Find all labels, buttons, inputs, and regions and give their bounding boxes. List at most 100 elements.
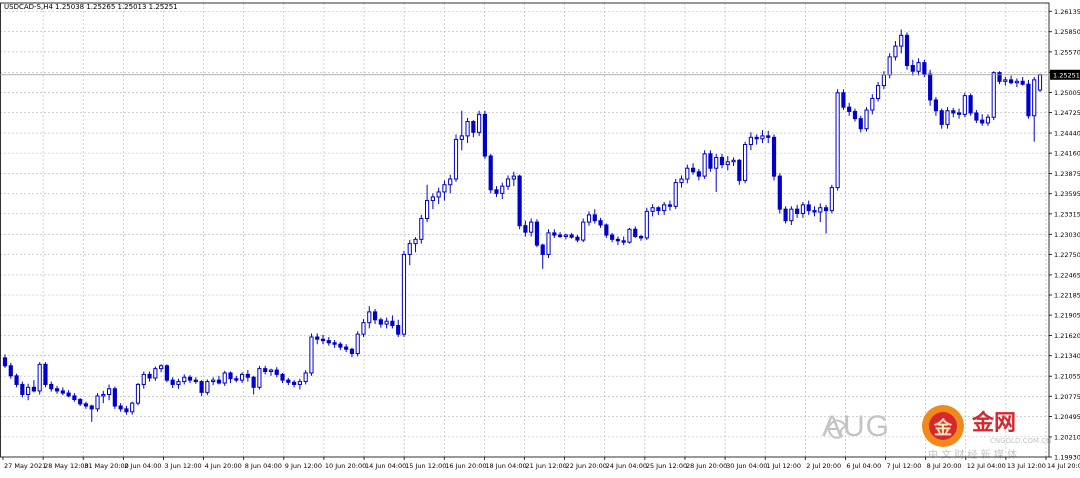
- watermark-site-domain: CNGOLD.COM.CN: [990, 437, 1051, 445]
- candle: [627, 227, 632, 244]
- watermark-tagline: 中 文 财 经 新 媒 体: [928, 448, 1017, 461]
- candle-body-bear: [372, 311, 378, 321]
- candle-body-bear: [482, 113, 488, 157]
- candle: [517, 174, 522, 230]
- time-tick-label: 25 Jun 12:00: [646, 462, 687, 470]
- time-tick-label: 3 Jun 12:00: [164, 462, 201, 470]
- candle-body-bull: [448, 178, 453, 186]
- candle: [864, 107, 869, 132]
- candle-body-bear: [43, 363, 48, 385]
- candle-body-bull: [725, 161, 730, 166]
- time-tick-label: 7 Jul 12:00: [887, 462, 922, 470]
- candle-body-bear: [592, 214, 597, 222]
- candle-body-bear: [812, 210, 817, 213]
- candle-body-bull: [835, 92, 840, 189]
- candle-body-bear: [656, 207, 661, 212]
- candle-body-bear: [771, 136, 777, 177]
- candle-body-bear: [569, 234, 574, 238]
- candle-body-bull: [37, 363, 42, 392]
- candle-body-bull: [650, 207, 655, 212]
- candle-body-bull: [962, 95, 967, 115]
- candle-body-bull: [743, 144, 748, 181]
- candle-body-bull: [222, 372, 227, 384]
- candle-body-bear: [14, 375, 19, 385]
- candle-body-bear: [494, 189, 499, 194]
- candle-body-bear: [274, 369, 279, 375]
- candle-body-bull: [436, 191, 441, 198]
- candle-body-bull: [297, 381, 302, 385]
- candle-body-bear: [349, 348, 355, 355]
- candle: [1037, 73, 1043, 92]
- price-tick-label: 1.21905: [1054, 312, 1080, 320]
- candle-body-bear: [338, 343, 343, 348]
- candle: [419, 214, 424, 244]
- candle-body-bull: [141, 373, 146, 385]
- price-tick-label: 1.20210: [1054, 433, 1080, 441]
- price-tick-label: 1.23875: [1054, 170, 1080, 178]
- candle-body-bull: [870, 98, 875, 111]
- time-tick-label: 27 May 2021: [4, 462, 46, 470]
- candle-body-bear: [83, 403, 89, 407]
- candle-body-bull: [581, 221, 586, 241]
- price-tick-label: 1.25005: [1054, 89, 1080, 97]
- candle-body-bull: [586, 214, 592, 223]
- current-price-tag-label: 1.25251: [1053, 71, 1080, 79]
- candle-body-bull: [945, 110, 950, 125]
- candle: [922, 59, 927, 77]
- candle-body-bear: [766, 135, 771, 138]
- price-tick-label: 1.23315: [1054, 210, 1080, 218]
- time-tick-label: 2 Jul 20:00: [806, 462, 841, 470]
- candle-body-bear: [292, 381, 297, 385]
- candle-body-bear: [621, 240, 626, 243]
- candle-body-bear: [552, 232, 557, 236]
- candle-body-bull: [101, 394, 106, 397]
- candle-body-bear: [471, 121, 476, 133]
- price-tick-label: 1.25570: [1054, 48, 1080, 56]
- candle-body-bull: [644, 210, 649, 239]
- candle-body-bull: [679, 178, 684, 184]
- time-tick-label: 8 Jul 20:00: [927, 462, 962, 470]
- price-tick-label: 1.25850: [1054, 28, 1080, 36]
- time-tick-label: 4 Jun 20:00: [205, 462, 242, 470]
- price-tick-label: 1.22465: [1054, 271, 1080, 279]
- time-tick-label: 9 Jun 12:00: [285, 462, 322, 470]
- candle-body-bull: [477, 113, 482, 133]
- candle-body-bull: [511, 175, 516, 180]
- candle: [112, 386, 117, 409]
- candle: [737, 158, 742, 185]
- candle-body-bear: [806, 204, 811, 212]
- candle-body-bull: [505, 178, 511, 187]
- candle: [477, 110, 482, 136]
- candle-body-bear: [974, 112, 979, 121]
- candle-body-bear: [124, 408, 129, 413]
- price-tick-label: 1.21620: [1054, 332, 1080, 340]
- candle-body-bull: [818, 207, 823, 213]
- candle-body-bull: [239, 373, 245, 381]
- candle: [835, 89, 840, 191]
- time-tick-label: 12 Jul 04:00: [967, 462, 1006, 470]
- candle-body-bear: [20, 383, 25, 396]
- candle: [488, 153, 493, 194]
- candle: [164, 364, 169, 383]
- candle-body-bear: [783, 208, 788, 222]
- candle-body-bear: [286, 379, 291, 383]
- time-tick-label: 18 Jun 04:00: [485, 462, 526, 470]
- time-tick-label: 28 Jun 20:00: [686, 462, 727, 470]
- candle-body-bull: [465, 121, 470, 137]
- candle-body-bear: [315, 336, 320, 340]
- candle-body-bear: [216, 379, 222, 384]
- time-tick-label: 15 Jun 12:00: [405, 462, 446, 470]
- candle-body-bear: [997, 72, 1002, 82]
- candle-body-bull: [1037, 74, 1043, 91]
- candle-body-bear: [980, 119, 985, 124]
- candle-body-bear: [615, 238, 620, 242]
- candle-body-bull: [268, 369, 274, 373]
- candle: [43, 362, 48, 388]
- chart-window: AUG 金金网 CNGOLD.COM.CN 中 文 财 经 新 媒 体 1.26135…: [0, 0, 1080, 474]
- candle-body-bear: [904, 34, 910, 66]
- candle-body-bear: [54, 388, 60, 392]
- candle-body-bear: [795, 208, 800, 214]
- price-tick-label: 1.24160: [1054, 150, 1080, 158]
- price-tick-label: 1.22185: [1054, 292, 1080, 300]
- candle-body-bull: [95, 395, 100, 410]
